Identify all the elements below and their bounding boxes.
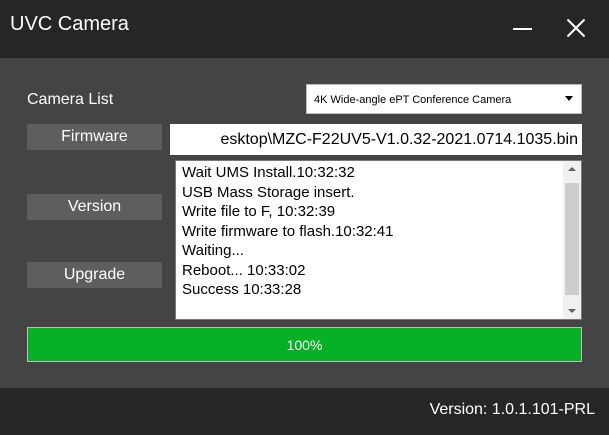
chevron-down-icon bbox=[568, 309, 576, 313]
scroll-up-button[interactable] bbox=[563, 161, 581, 177]
camera-select[interactable]: 4K Wide-angle ePT Conference Camera bbox=[306, 84, 582, 114]
upgrade-progress-bar: 100% bbox=[27, 327, 582, 362]
camera-list-label: Camera List bbox=[27, 91, 114, 108]
camera-select-value: 4K Wide-angle ePT Conference Camera bbox=[314, 94, 512, 106]
firmware-path-field[interactable]: esktop\MZC-F22UV5-V1.0.32-2021.0714.1035… bbox=[170, 124, 582, 155]
version-button[interactable]: Version bbox=[27, 194, 162, 220]
minimize-icon bbox=[513, 28, 532, 30]
status-footer: Version: 1.0.1.101-PRL bbox=[0, 388, 609, 435]
log-line: Waiting... bbox=[182, 242, 244, 259]
firmware-path-value: esktop\MZC-F22UV5-V1.0.32-2021.0714.1035… bbox=[220, 131, 578, 148]
minimize-button[interactable] bbox=[506, 8, 542, 48]
log-line: Write file to F, 10:32:39 bbox=[182, 203, 336, 220]
log-line: Success 10:33:28 bbox=[182, 281, 302, 298]
log-scrollbar[interactable] bbox=[563, 161, 581, 319]
log-line: Write firmware to flash.10:32:41 bbox=[182, 222, 394, 240]
close-button[interactable] bbox=[558, 8, 594, 48]
log-line: Wait UMS Install.10:32:32 bbox=[182, 164, 355, 181]
log-line: USB Mass Storage insert. bbox=[182, 183, 355, 201]
firmware-button[interactable]: Firmware bbox=[27, 124, 162, 150]
app-version: Version: 1.0.1.101-PRL bbox=[429, 401, 595, 418]
log-box[interactable]: Wait UMS Install.10:32:32 USB Mass Stora… bbox=[175, 160, 582, 320]
upgrade-button[interactable]: Upgrade bbox=[27, 262, 162, 288]
chevron-down-icon bbox=[565, 96, 573, 101]
scroll-thumb[interactable] bbox=[565, 183, 579, 295]
log-lines: Wait UMS Install.10:32:32 USB Mass Stora… bbox=[182, 163, 559, 300]
chevron-up-icon bbox=[568, 167, 576, 171]
progress-label: 100% bbox=[286, 337, 323, 353]
log-line: Reboot... 10:33:02 bbox=[182, 261, 306, 279]
title-bar[interactable]: UVC Camera bbox=[0, 0, 609, 58]
uvc-camera-window: UVC Camera Camera List 4K Wide-angle ePT… bbox=[0, 0, 609, 435]
window-title: UVC Camera bbox=[10, 13, 129, 35]
scroll-down-button[interactable] bbox=[563, 303, 581, 319]
